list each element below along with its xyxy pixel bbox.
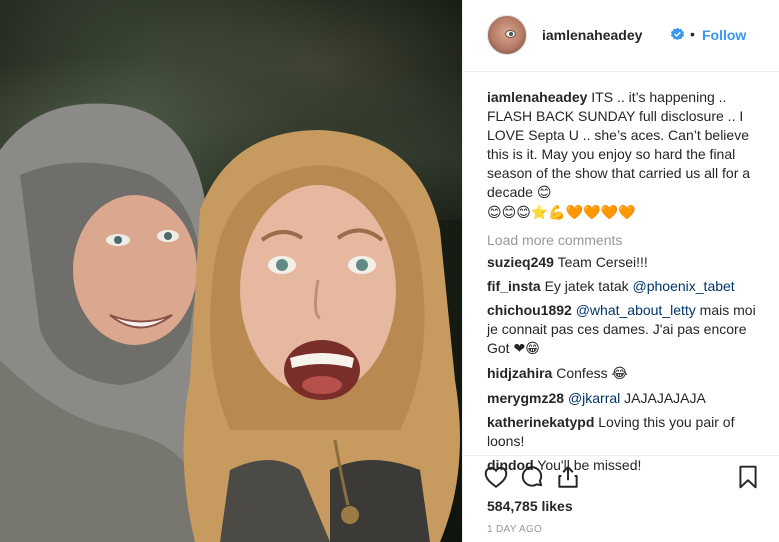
comment-text: Ey jatek tatak [540, 278, 633, 294]
comment-text-after: JAJAJAJAJA [620, 390, 706, 406]
comment-item: hidjzahira Confess 😂 [487, 364, 767, 384]
share-icon[interactable] [555, 464, 581, 490]
post-actions: 584,785 likes 1 DAY AGO [463, 455, 779, 542]
follow-button[interactable]: Follow [702, 27, 746, 43]
post-timestamp[interactable]: 1 DAY AGO [487, 524, 542, 535]
comment-username[interactable]: katherinekatypd [487, 414, 594, 430]
comment-mention[interactable]: @jkarral [568, 390, 620, 406]
comment-item: fif_insta Ey jatek tatak @phoenix_tabet [487, 277, 767, 296]
heart-icon[interactable] [483, 464, 509, 490]
header-username[interactable]: iamlenaheadey [542, 27, 642, 43]
comment-text: Confess [552, 365, 612, 381]
comment-emoji: 😂 [611, 366, 628, 382]
comment-username[interactable]: suzieq249 [487, 254, 554, 270]
post-header: iamlenaheadey • Follow [463, 0, 779, 72]
comment-username[interactable]: hidjzahira [487, 365, 552, 381]
comment-mention[interactable]: @what_about_letty [576, 302, 696, 318]
comment-bubble-icon[interactable] [519, 464, 545, 490]
caption-text: ITS .. it’s happening .. FLASH BACK SUND… [487, 89, 751, 200]
header-separator: • [690, 26, 695, 42]
comment-item: katherinekatypd Loving this you pair of … [487, 413, 767, 451]
caption-emoji-row: 😊😊😊⭐💪🧡🧡🧡🧡 [487, 205, 636, 221]
comment-username[interactable]: chichou1892 [487, 302, 572, 318]
comment-emoji: ❤😁 [513, 341, 540, 357]
post-caption: iamlenaheadey ITS .. it’s happening .. F… [487, 88, 767, 203]
selfie-illustration [0, 103, 461, 542]
avatar-eye [505, 30, 516, 38]
post-photo[interactable] [0, 0, 462, 542]
caption-username[interactable]: iamlenaheadey [487, 89, 587, 105]
bookmark-icon[interactable] [735, 464, 761, 490]
comment-mention[interactable]: @phoenix_tabet [633, 278, 735, 294]
comment-text: Team Cersei!!! [553, 254, 648, 270]
verified-badge-icon [670, 27, 685, 41]
caption-emoji: 😊 [536, 185, 552, 201]
comment-username[interactable]: fif_insta [487, 278, 541, 294]
likes-count[interactable]: 584,785 likes [487, 498, 573, 514]
comment-item: chichou1892 @what_about_letty mais moi j… [487, 301, 767, 359]
avatar[interactable] [487, 15, 527, 55]
comment-item: merygmz28 @jkarral JAJAJAJAJA [487, 389, 767, 408]
comment-item: suzieq249 Team Cersei!!! [487, 253, 767, 272]
instagram-post: iamlenaheadey • Follow iamlenaheadey ITS… [0, 0, 779, 542]
comments-section: iamlenaheadey ITS .. it’s happening .. F… [487, 88, 767, 475]
post-side-panel: iamlenaheadey • Follow iamlenaheadey ITS… [462, 0, 779, 542]
load-more-comments-button[interactable]: Load more comments [487, 232, 767, 248]
comment-username[interactable]: merygmz28 [487, 390, 564, 406]
